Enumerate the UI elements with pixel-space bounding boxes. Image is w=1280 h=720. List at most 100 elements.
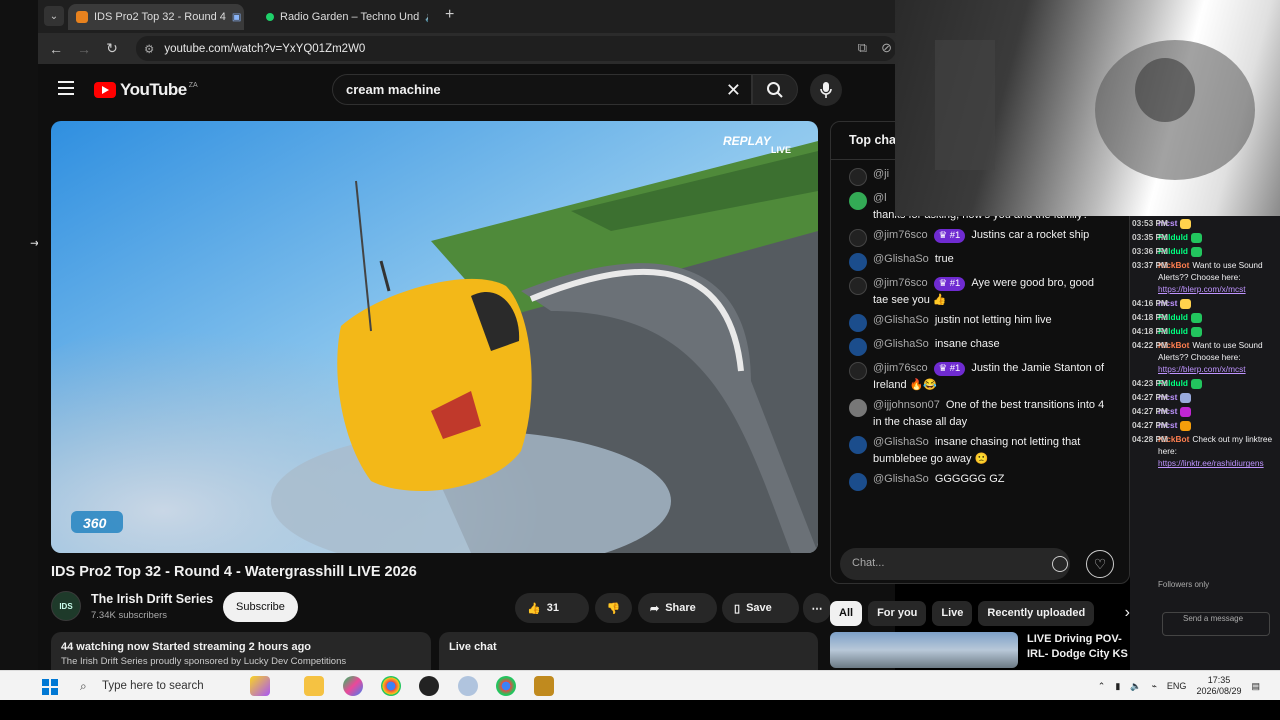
user-avatar (849, 473, 867, 491)
chip-for-you[interactable]: For you (868, 600, 927, 626)
user-avatar (849, 362, 867, 380)
obs-icon[interactable] (419, 676, 439, 696)
watching-count: 44 (61, 641, 74, 653)
chat-author[interactable]: @GlishaSo (873, 473, 929, 485)
windows-start-icon[interactable] (42, 679, 58, 695)
recommended-thumbnail[interactable] (830, 632, 1018, 668)
twitch-link[interactable]: https://blerp.com/x/mcst (1158, 363, 1276, 375)
user-avatar (849, 338, 867, 356)
speaker-icon[interactable]: 🔈 (1130, 681, 1141, 692)
thumbs-down-icon: 👎 (606, 602, 621, 615)
twitch-message: 04:23 PM Fulduld (1130, 376, 1280, 390)
more-actions-button[interactable]: ⋯ (803, 593, 831, 623)
chat-message: @GlishaSo GGGGGG GZ (831, 469, 1129, 493)
language-indicator[interactable]: ENG (1167, 681, 1187, 691)
thumbs-up-icon: 👍 (527, 602, 541, 615)
twitch-message: 04:18 PM Fulduld (1130, 324, 1280, 338)
chrome-profile-icon[interactable] (496, 676, 516, 696)
save-button[interactable]: ▯ Save (722, 593, 799, 623)
chat-author[interactable]: @ijjohnson07 (873, 399, 940, 411)
user-avatar (849, 253, 867, 271)
chat-author[interactable]: @jim76sco (873, 362, 928, 374)
app-icon[interactable] (458, 676, 478, 696)
twitch-send-message-input[interactable]: Send a message (1162, 612, 1270, 636)
tab-youtube[interactable]: IDS Pro2 Top 32 - Round 4 ▣ ✕ (68, 4, 244, 30)
twitch-link[interactable]: https://linktr.ee/rashidiurgens (1158, 457, 1276, 469)
hamburger-menu-icon[interactable] (58, 81, 74, 95)
microphone-icon (820, 82, 832, 98)
tab-title: Radio Garden – Techno Und (280, 11, 420, 23)
video-player[interactable]: REPLAY LIVE 360 (51, 121, 818, 553)
like-count: 31 (546, 602, 559, 614)
live-chat-button[interactable]: Live chat (439, 632, 818, 670)
search-input[interactable]: cream machine ✕ (332, 74, 752, 105)
chat-author[interactable]: @GlishaSo (873, 436, 929, 448)
video-title: IDS Pro2 Top 32 - Round 4 - Watergrasshi… (51, 564, 417, 580)
bookmark-icon: ▯ (734, 602, 741, 615)
chevron-up-icon[interactable]: ⌃ (1098, 681, 1106, 692)
subscriber-count: 7.34K subscribers (91, 610, 168, 621)
site-info-icon[interactable]: ⚙ (144, 42, 154, 56)
chrome-icon[interactable] (381, 676, 401, 696)
search-button[interactable] (752, 74, 798, 105)
twitch-message: 03:35 PM Fulduld (1130, 230, 1280, 244)
dislike-button[interactable]: 👎 (595, 593, 632, 623)
emoji-icon[interactable] (1052, 556, 1068, 572)
speaker-icon: 🔊 (425, 12, 428, 23)
eye-slash-icon[interactable]: ⊘ (881, 40, 892, 56)
chat-text: justin not letting him live (934, 314, 1052, 326)
recommended-title[interactable]: LIVE Driving POV- IRL- Dodge City KS (1027, 632, 1130, 662)
chat-author[interactable]: @jim76sco (873, 277, 928, 289)
address-bar[interactable]: ⚙ youtube.com/watch?v=YxYQ01Zm2W0 ⧉ ⊘ (136, 36, 896, 61)
sparkle-widget-icon[interactable] (250, 676, 270, 696)
network-icon[interactable]: ⌁ (1152, 681, 1157, 692)
browser-tab-strip: ⌄ IDS Pro2 Top 32 - Round 4 ▣ ✕ Radio Ga… (38, 0, 895, 33)
new-tab-button[interactable]: + (445, 6, 454, 24)
channel-avatar[interactable]: IDS (51, 591, 81, 621)
tab-search-button[interactable]: ⌄ (44, 6, 64, 26)
youtube-play-logo-icon (94, 82, 116, 98)
chat-author[interactable]: @GlishaSo (873, 253, 929, 265)
corner-logo: 360 (83, 515, 107, 531)
clock-time: 17:35 (1207, 675, 1231, 686)
chat-author[interactable]: @l (873, 192, 887, 204)
chat-author[interactable]: @jim76sco (873, 229, 928, 241)
voice-search-button[interactable] (810, 74, 842, 106)
forward-arrow-icon[interactable]: → (70, 41, 98, 57)
recommended-video[interactable]: LIVE Driving POV- IRL- Dodge City KS (830, 632, 1130, 670)
cast-icon[interactable]: ⧉ (858, 40, 867, 56)
tab-title: IDS Pro2 Top 32 - Round 4 (94, 11, 226, 23)
youtube-page: YouTube ZA cream machine ✕ REPLAY LIVE 3… (38, 64, 1130, 670)
clock[interactable]: 17:35 2026/08/29 (1196, 675, 1241, 697)
subscribe-button[interactable]: Subscribe (223, 592, 298, 622)
app-tile-icon[interactable] (534, 676, 554, 696)
chat-text: insane chase (934, 338, 1000, 350)
chat-author[interactable]: @GlishaSo (873, 338, 929, 350)
chat-message: @ijjohnson07 One of the best transitions … (831, 395, 1129, 432)
recommendation-chips: All For you Live Recently uploaded › (830, 598, 1130, 628)
channel-name[interactable]: The Irish Drift Series (91, 592, 213, 606)
description-box[interactable]: 44 watching now Started streaming 2 hour… (51, 632, 431, 670)
heart-reaction-icon[interactable]: ♡ (1086, 550, 1114, 578)
chat-author[interactable]: @GlishaSo (873, 314, 929, 326)
crown-badge: ♛ #1 (933, 277, 966, 292)
chat-input[interactable]: Chat... (840, 548, 1070, 580)
file-explorer-icon[interactable] (304, 676, 324, 696)
back-arrow-icon[interactable]: ← (42, 41, 70, 57)
twitch-link[interactable]: https://blerp.com/x/mcst (1158, 283, 1276, 295)
youtube-logo[interactable]: YouTube ZA (94, 80, 198, 100)
chip-live[interactable]: Live (932, 600, 973, 626)
notification-icon[interactable]: ▤ (1251, 681, 1260, 692)
usb-icon[interactable]: ▮ (1115, 681, 1120, 692)
like-button[interactable]: 👍 31 (515, 593, 589, 623)
copilot-icon[interactable] (343, 676, 363, 696)
chip-recently-uploaded[interactable]: Recently uploaded (978, 600, 1095, 626)
reload-icon[interactable]: ↻ (98, 40, 126, 57)
clear-search-icon[interactable]: ✕ (726, 80, 741, 101)
tab-radio-garden[interactable]: Radio Garden – Techno Und 🔊 ✕ (258, 4, 428, 30)
chip-all[interactable]: All (830, 600, 863, 626)
video-frame: REPLAY LIVE 360 (51, 121, 818, 553)
chat-author[interactable]: @ji (873, 168, 889, 180)
share-button[interactable]: ➦ Share (638, 593, 717, 623)
youtube-header: YouTube ZA cream machine ✕ (38, 64, 895, 116)
